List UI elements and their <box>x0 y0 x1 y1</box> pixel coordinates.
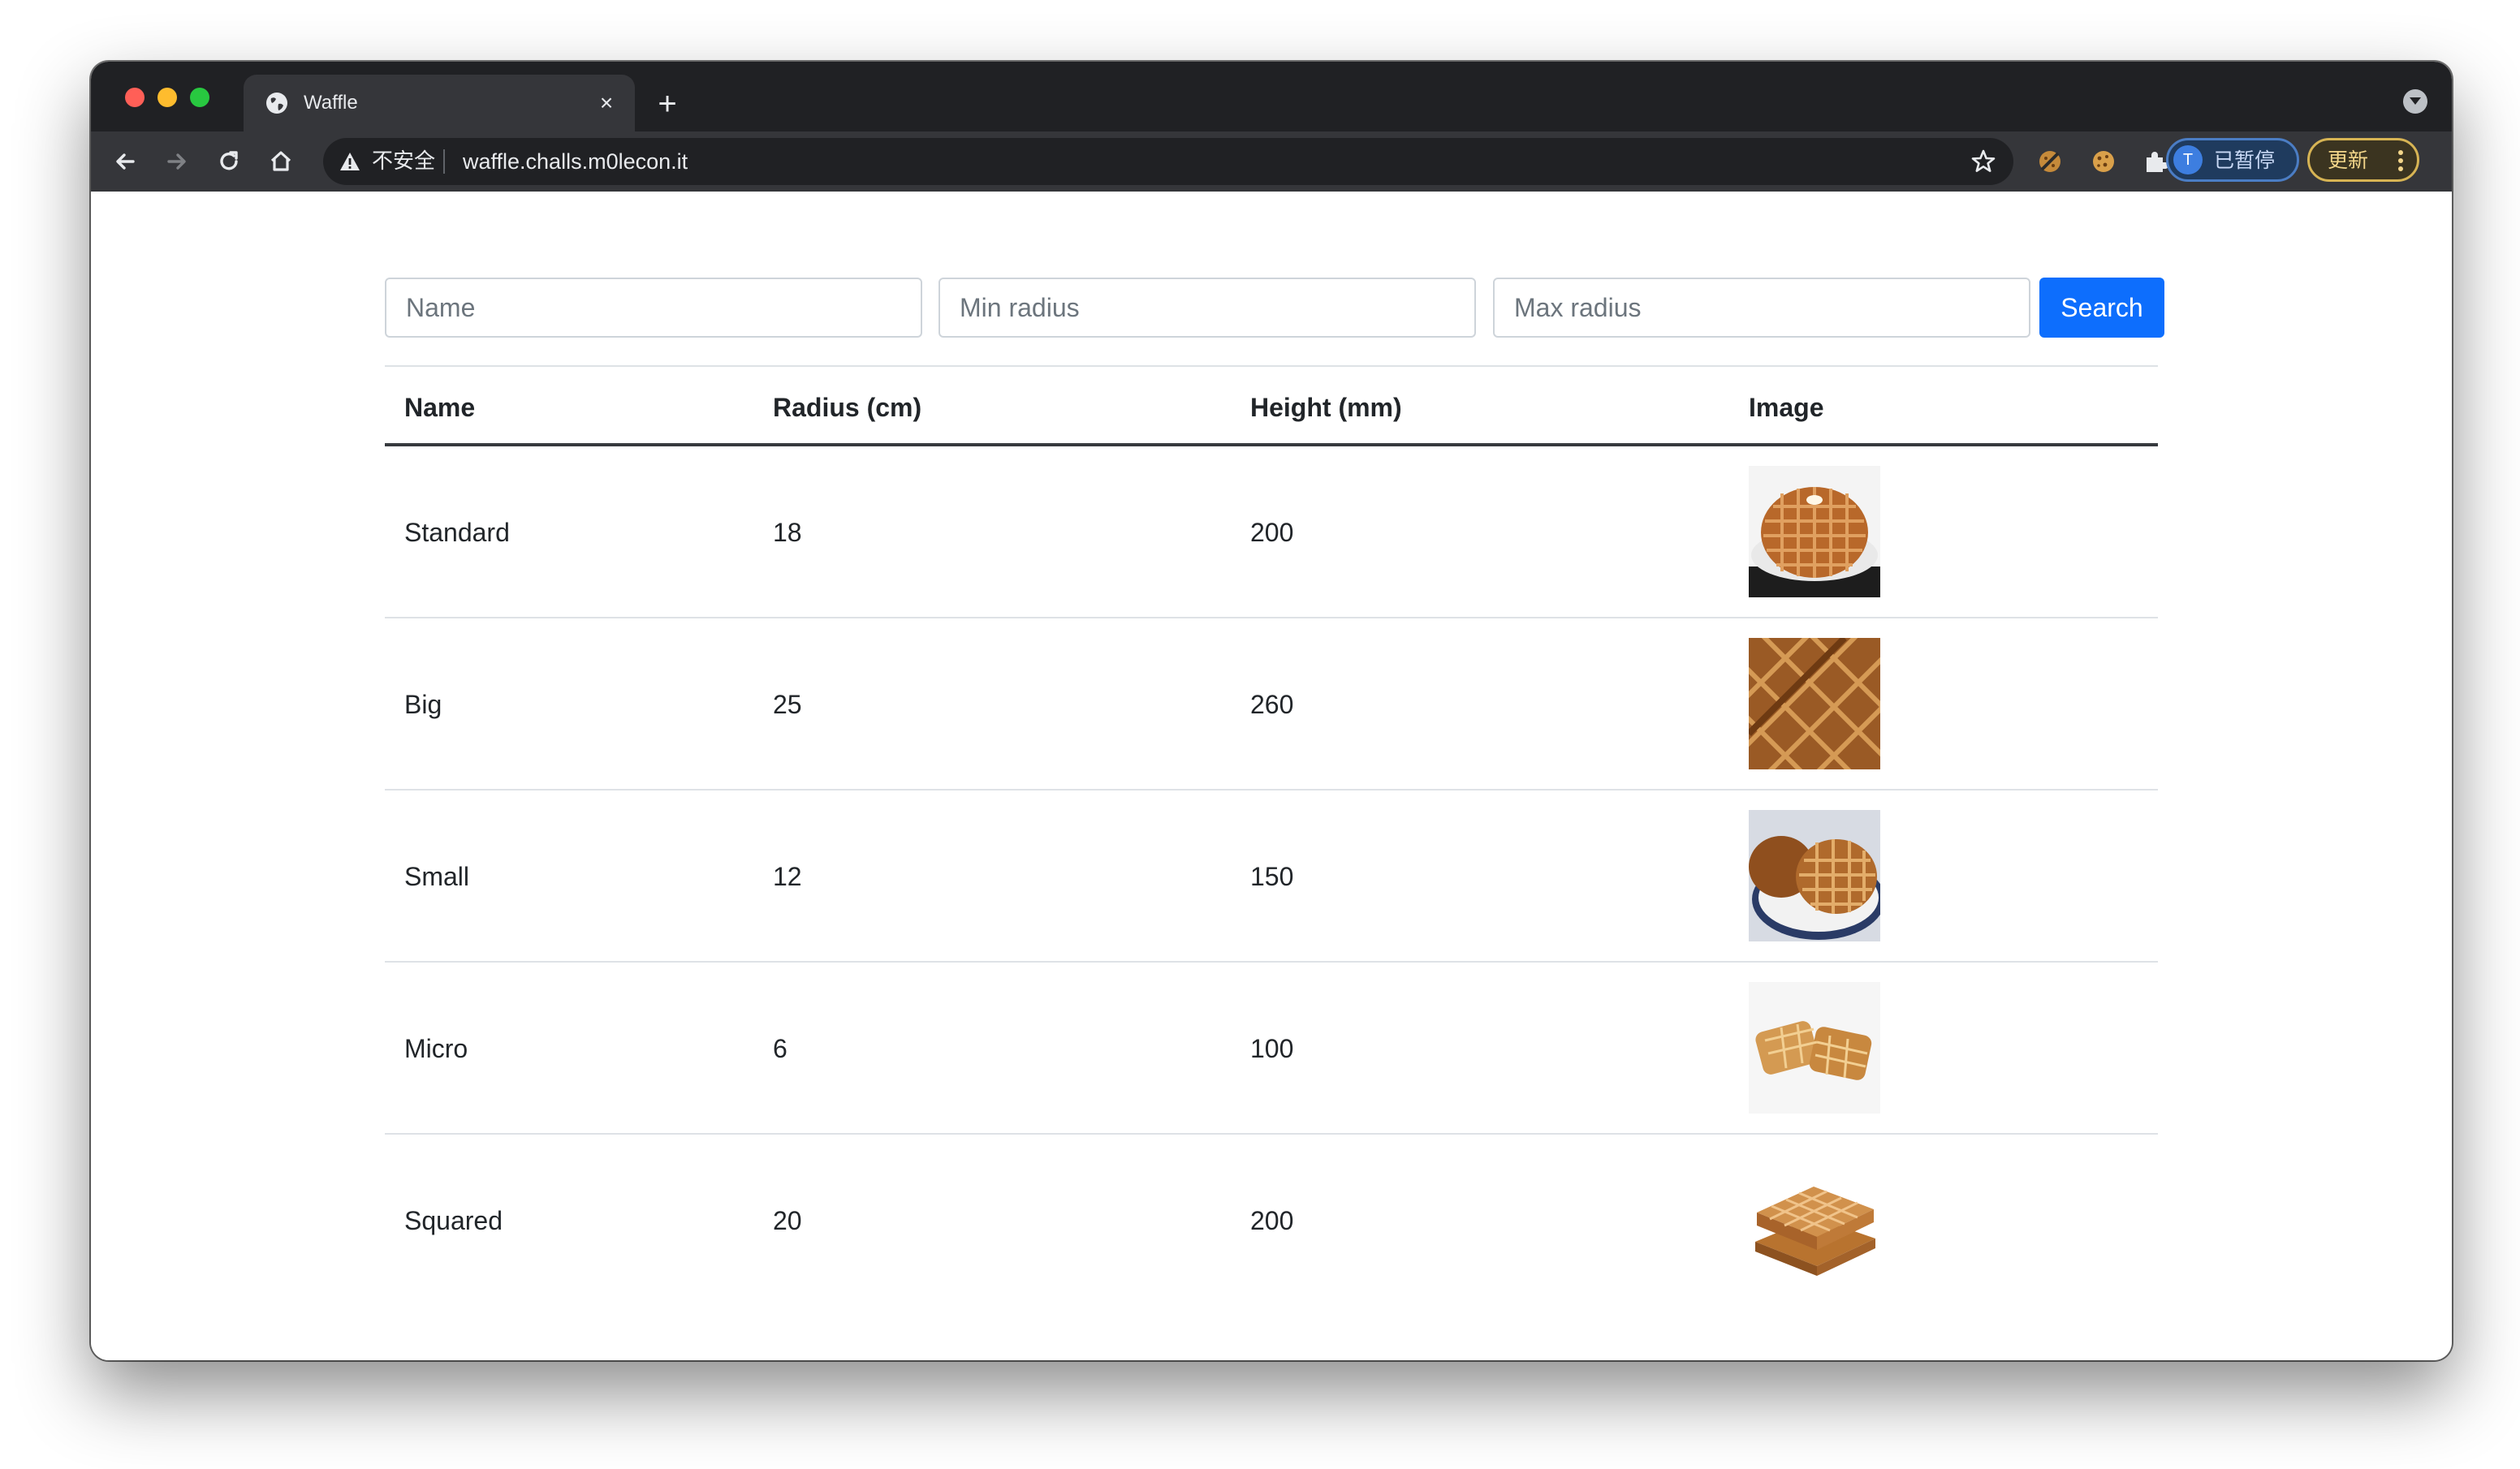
table-row: Small 12 150 <box>385 791 2158 963</box>
cell-name: Squared <box>404 1206 503 1235</box>
column-header-name: Name <box>404 393 476 422</box>
extension-cookie-blocker-icon[interactable] <box>2035 146 2065 177</box>
cell-name: Big <box>404 690 442 719</box>
extension-cookie-icon[interactable] <box>2088 146 2119 177</box>
cell-name: Small <box>404 862 470 891</box>
column-header-image: Image <box>1749 393 1824 422</box>
home-button[interactable] <box>265 145 297 178</box>
tab-search-button[interactable] <box>2403 89 2427 114</box>
waffle-image <box>1749 1154 1880 1286</box>
reload-icon <box>220 151 238 170</box>
cell-radius: 25 <box>773 690 802 719</box>
update-label: 更新 <box>2328 149 2369 172</box>
forward-button[interactable] <box>161 145 193 178</box>
cell-radius: 12 <box>773 862 802 891</box>
cell-radius: 18 <box>773 518 802 547</box>
update-button[interactable]: 更新 <box>2307 138 2419 182</box>
back-button[interactable] <box>109 145 141 178</box>
tab-waffle[interactable]: Waffle × <box>244 75 635 131</box>
waffle-image <box>1749 466 1880 597</box>
waffle-image <box>1749 982 1880 1114</box>
cell-height: 200 <box>1250 1206 1294 1235</box>
browser-window: Waffle × + 不安全 waffle.challs.m0lecon.it … <box>91 62 2452 1360</box>
security-status-label[interactable]: 不安全 <box>372 149 435 174</box>
globe-icon <box>266 93 287 114</box>
table-row: Big 25 260 <box>385 618 2158 791</box>
home-icon <box>270 151 291 171</box>
cell-height: 150 <box>1250 862 1294 891</box>
search-button[interactable]: Search <box>2039 278 2164 338</box>
back-arrow-icon <box>116 153 135 170</box>
address-divider <box>443 149 445 174</box>
table-row: Squared 20 200 <box>385 1135 2158 1307</box>
kebab-menu-icon <box>2396 149 2406 173</box>
min-radius-input[interactable] <box>939 278 1476 338</box>
warning-icon <box>340 153 360 170</box>
cell-name: Micro <box>404 1034 468 1063</box>
reload-button[interactable] <box>213 145 245 178</box>
max-radius-input[interactable] <box>1493 278 2030 338</box>
cell-height: 260 <box>1250 690 1294 719</box>
cell-name: Standard <box>404 518 510 547</box>
bookmark-star-icon[interactable] <box>1970 148 1997 175</box>
close-window-button[interactable] <box>125 88 145 107</box>
waffle-image <box>1749 638 1880 769</box>
table-row: Micro 6 100 <box>385 963 2158 1135</box>
table-row: Standard 18 200 <box>385 446 2158 618</box>
name-input[interactable] <box>385 278 922 338</box>
table-top-rule <box>385 365 2158 367</box>
address-bar[interactable]: 不安全 waffle.challs.m0lecon.it <box>323 138 2013 185</box>
url-text[interactable]: waffle.challs.m0lecon.it <box>463 149 688 174</box>
tab-title: Waffle <box>304 92 358 114</box>
waffle-image <box>1749 810 1880 941</box>
forward-arrow-icon <box>167 153 186 170</box>
close-icon[interactable]: × <box>593 89 620 117</box>
new-tab-button[interactable]: + <box>651 88 684 120</box>
cell-height: 100 <box>1250 1034 1294 1063</box>
cell-radius: 6 <box>773 1034 788 1063</box>
column-header-height: Height (mm) <box>1250 393 1402 422</box>
page-content: Search Name Radius (cm) Height (mm) Imag… <box>91 192 2452 1360</box>
avatar: T <box>2173 145 2203 174</box>
cell-radius: 20 <box>773 1206 802 1235</box>
profile-button[interactable]: T 已暂停 <box>2166 138 2299 182</box>
tab-strip: Waffle × + <box>91 62 2452 131</box>
profile-status-label: 已暂停 <box>2214 149 2276 172</box>
browser-toolbar: 不安全 waffle.challs.m0lecon.it T 已暂停 更新 <box>91 131 2452 192</box>
column-header-radius: Radius (cm) <box>773 393 922 422</box>
cell-height: 200 <box>1250 518 1294 547</box>
minimize-window-button[interactable] <box>158 88 177 107</box>
zoom-window-button[interactable] <box>190 88 209 107</box>
chevron-down-icon <box>2410 97 2421 105</box>
